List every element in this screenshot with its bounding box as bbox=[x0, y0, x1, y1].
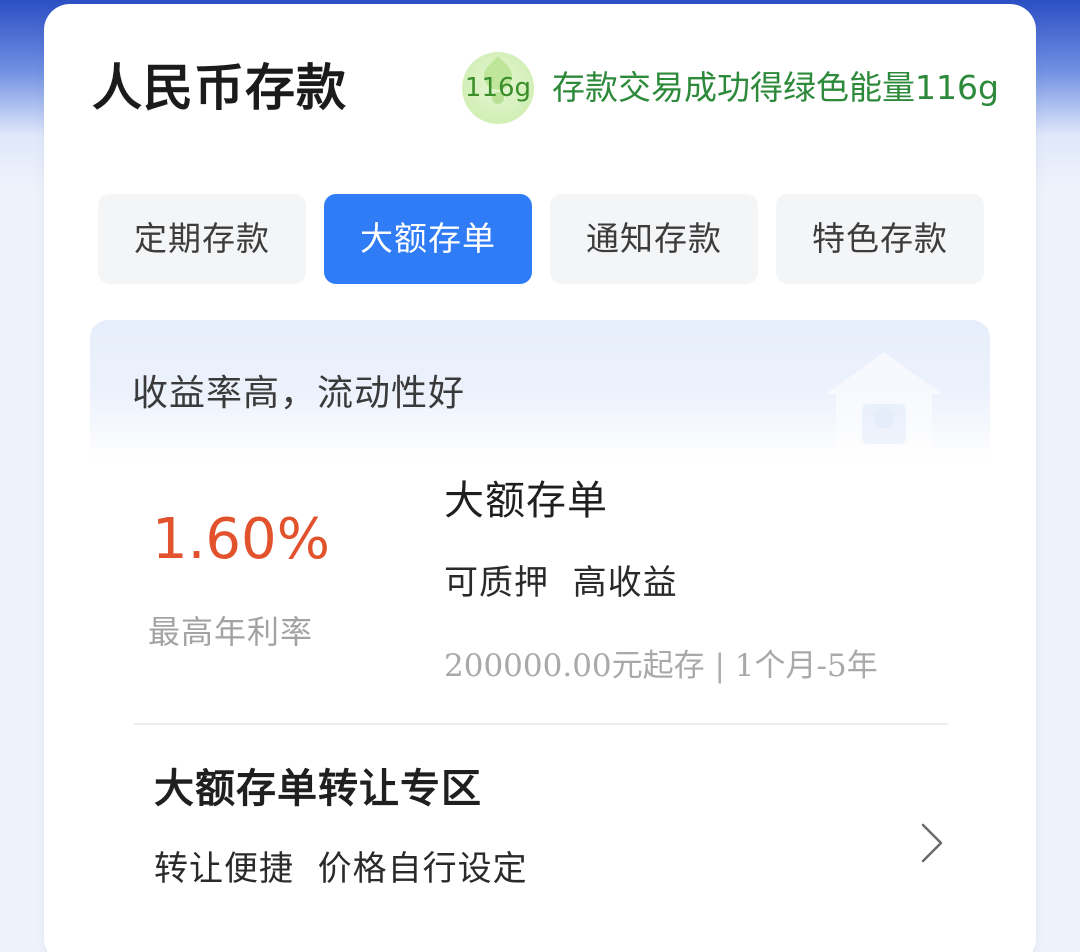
green-energy-text[interactable]: 存款交易成功得绿色能量116g bbox=[552, 66, 999, 110]
page-title: 人民币存款 bbox=[92, 59, 347, 117]
deposit-type-tabs: 定期存款 大额存单 通知存款 特色存款 bbox=[98, 194, 984, 286]
promo-banner: 收益率高，流动性好 bbox=[90, 320, 990, 460]
transfer-zone-desc: 转让便捷 价格自行设定 bbox=[154, 849, 528, 889]
tab-large-cd[interactable]: 大额存单 bbox=[324, 194, 532, 284]
deposit-card: 人民币存款 116g 存款交易成功得绿色能量116g 定期存款 大额存单 通知存… bbox=[44, 4, 1036, 952]
divider bbox=[134, 723, 948, 725]
chevron-right-icon bbox=[921, 823, 943, 863]
house-icon bbox=[826, 352, 942, 460]
product-info: 200000.00元起存 | 1个月-5年 bbox=[444, 648, 878, 684]
green-energy-icon[interactable]: 116g bbox=[462, 52, 534, 124]
promo-text: 收益率高，流动性好 bbox=[132, 373, 466, 414]
max-rate-label: 最高年利率 bbox=[148, 613, 314, 651]
tab-notice-deposit[interactable]: 通知存款 bbox=[550, 194, 758, 284]
product-name[interactable]: 大额存单 bbox=[444, 474, 608, 528]
tab-fixed-deposit[interactable]: 定期存款 bbox=[98, 194, 306, 284]
max-rate-value: 1.60% bbox=[152, 507, 330, 572]
cd-transfer-zone[interactable]: 大额存单转让专区 转让便捷 价格自行设定 bbox=[134, 744, 954, 904]
product-tags: 可质押 高收益 bbox=[444, 563, 678, 603]
transfer-zone-title: 大额存单转让专区 bbox=[154, 766, 482, 812]
energy-badge-value: 116g bbox=[464, 73, 532, 103]
tab-featured-deposit[interactable]: 特色存款 bbox=[776, 194, 984, 284]
